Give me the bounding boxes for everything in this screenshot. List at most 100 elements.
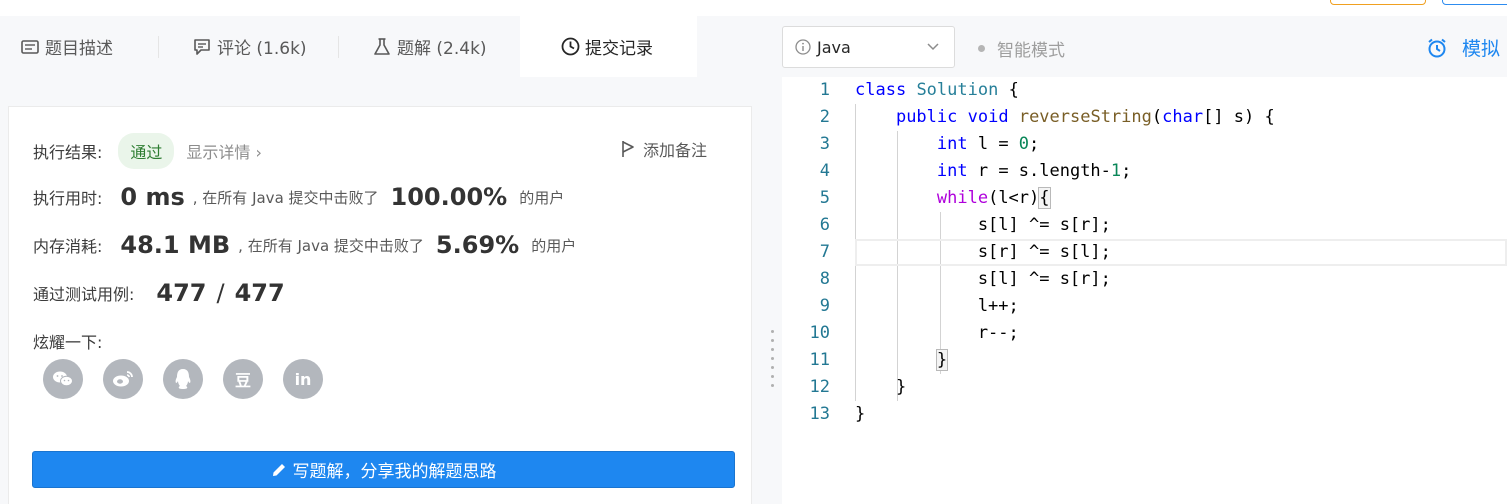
weibo-icon[interactable] <box>103 359 143 399</box>
drag-handle[interactable] <box>771 330 774 393</box>
line-number: 12 <box>809 377 830 397</box>
share-row: 炫耀一下: <box>33 329 102 353</box>
line-number: 6 <box>819 215 830 235</box>
douban-glyph: 豆 <box>234 371 251 390</box>
code-line[interactable]: 11 } <box>782 347 1507 374</box>
share-icons: 豆 in <box>43 359 343 399</box>
code-editor[interactable]: 1 class Solution {2 public void reverseSt… <box>782 77 1507 504</box>
douban-icon[interactable]: 豆 <box>223 359 263 399</box>
tab-separator <box>338 36 339 58</box>
runtime-label: 执行用时: <box>33 189 103 208</box>
language-select[interactable]: Java <box>782 26 955 68</box>
code-text: int r = s.length-1; <box>936 161 1132 181</box>
code-line[interactable]: 12 } <box>782 374 1507 401</box>
runtime-percent: 100.00% <box>390 183 508 211</box>
status-badge: 通过 <box>118 133 175 169</box>
editor-toolbar: Java 智能模式 模拟 <box>782 16 1507 77</box>
tests-label: 通过测试用例: <box>33 285 135 304</box>
tab-comments-label: 评论 (1.6k) <box>217 39 307 59</box>
code-line[interactable]: 3 int l = 0; <box>782 131 1507 158</box>
panel-divider[interactable] <box>762 16 782 504</box>
add-note-button[interactable]: 添加备注 <box>621 137 707 161</box>
smart-mode-label: 智能模式 <box>997 41 1065 61</box>
submission-result-card: 执行结果: 通过 显示详情 › 添加备注 执行用时: 0 ms , 在所有 Ja… <box>8 106 752 504</box>
code-line[interactable]: 1 class Solution { <box>782 77 1507 104</box>
code-line[interactable]: 5 while(l<r){ <box>782 185 1507 212</box>
code-text: l++; <box>855 296 1019 316</box>
pencil-icon <box>271 462 287 478</box>
clock-icon <box>560 37 580 57</box>
line-number: 10 <box>809 323 830 343</box>
add-note-label: 添加备注 <box>643 141 708 160</box>
code-text: int l = 0; <box>936 134 1040 154</box>
code-line[interactable]: 10 r--; <box>782 320 1507 347</box>
code-line[interactable]: 13} <box>782 401 1507 428</box>
line-number: 13 <box>809 404 830 424</box>
code-line[interactable]: 7 s[r] ^= s[l]; <box>782 239 1507 266</box>
top-button-blue[interactable] <box>1442 0 1507 5</box>
memory-percent: 5.69% <box>435 231 520 259</box>
memory-suffix: 的用户 <box>531 236 577 255</box>
code-text: } <box>935 349 949 371</box>
line-number: 1 <box>819 80 830 100</box>
top-button-orange[interactable] <box>1330 0 1426 5</box>
tab-description-label: 题目描述 <box>45 39 113 59</box>
info-icon <box>795 39 811 55</box>
flask-icon <box>372 37 392 57</box>
line-number: 8 <box>819 269 830 289</box>
tab-bar: 题目描述 评论 (1.6k) 题解 (2.4k) 提交记录 <box>0 16 762 77</box>
code-line[interactable]: 9 l++; <box>782 293 1507 320</box>
code-text: s[l] ^= s[r]; <box>855 269 1111 289</box>
code-line[interactable]: 8 s[l] ^= s[r]; <box>782 266 1507 293</box>
code-line[interactable]: 6 s[l] ^= s[r]; <box>782 212 1507 239</box>
comment-icon <box>192 37 212 57</box>
result-label: 执行结果: <box>33 143 103 162</box>
write-solution-button[interactable]: 写题解，分享我的解题思路 <box>32 451 735 488</box>
smart-mode-dot <box>978 45 985 52</box>
flag-icon <box>621 140 635 158</box>
description-icon <box>20 37 40 57</box>
line-number: 9 <box>819 296 830 316</box>
code-line[interactable]: 2 public void reverseString(char[] s) { <box>782 104 1507 131</box>
mock-interview-button[interactable]: 模拟 <box>1426 34 1500 61</box>
show-details-link[interactable]: 显示详情 › <box>186 139 262 163</box>
tab-comments[interactable]: 评论 (1.6k) <box>192 16 307 77</box>
qq-icon[interactable] <box>163 359 203 399</box>
wechat-icon[interactable] <box>43 359 83 399</box>
tests-passed: 477 <box>156 279 207 307</box>
top-strip <box>0 0 1507 16</box>
tab-submissions-label: 提交记录 <box>585 39 653 59</box>
memory-beat-text: , 在所有 Java 提交中击败了 <box>238 236 424 255</box>
tab-solutions[interactable]: 题解 (2.4k) <box>372 16 487 77</box>
linkedin-glyph: in <box>294 369 312 389</box>
code-line[interactable]: 4 int r = s.length-1; <box>782 158 1507 185</box>
code-text: public void reverseString(char[] s) { <box>895 107 1275 127</box>
tests-separator: / <box>216 279 225 307</box>
left-panel: 题目描述 评论 (1.6k) 题解 (2.4k) 提交记录 执行结果: 通过 显… <box>0 16 762 504</box>
memory-value: 48.1 MB <box>120 231 231 259</box>
line-number: 11 <box>809 350 830 370</box>
line-number: 4 <box>819 161 830 181</box>
tab-description[interactable]: 题目描述 <box>20 16 113 77</box>
memory-label: 内存消耗: <box>33 237 103 256</box>
chevron-down-icon <box>926 39 940 53</box>
smart-mode-toggle[interactable]: 智能模式 <box>978 36 1065 61</box>
alarm-clock-icon <box>1426 37 1448 59</box>
code-text: s[r] ^= s[l]; <box>855 242 1111 262</box>
code-text: r--; <box>855 323 1019 343</box>
runtime-suffix: 的用户 <box>519 188 565 207</box>
tests-row: 通过测试用例: 477 / 477 <box>33 279 285 307</box>
tab-submissions[interactable]: 提交记录 <box>520 16 697 77</box>
share-label: 炫耀一下: <box>33 333 103 352</box>
code-text: } <box>855 404 866 424</box>
line-number: 2 <box>819 107 830 127</box>
tab-separator <box>158 36 159 58</box>
write-solution-label: 写题解，分享我的解题思路 <box>292 462 497 482</box>
line-number: 3 <box>819 134 830 154</box>
linkedin-icon[interactable]: in <box>283 359 323 399</box>
result-row: 执行结果: 通过 显示详情 › <box>33 133 262 169</box>
code-text: while(l<r){ <box>936 187 1051 209</box>
tab-solutions-label: 题解 (2.4k) <box>397 39 487 59</box>
code-text: } <box>855 377 907 397</box>
runtime-beat-text: , 在所有 Java 提交中击败了 <box>192 188 379 207</box>
